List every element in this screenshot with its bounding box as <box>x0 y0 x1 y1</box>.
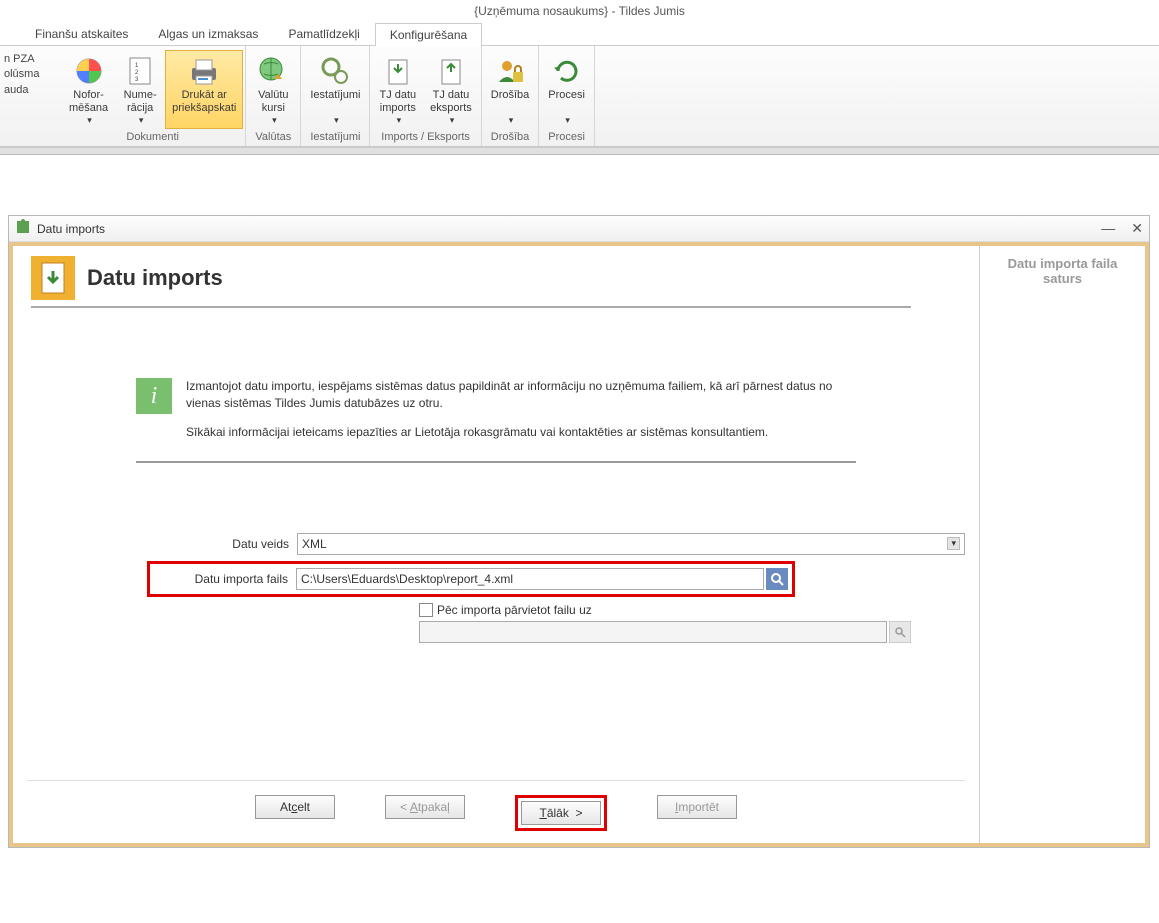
noformesana-button[interactable]: Nofor- mēšana▾ <box>62 50 115 129</box>
procesi-label: Procesi <box>548 89 585 102</box>
ribbon-left-fragment: n PZA olūsma auda <box>0 46 60 146</box>
procesi-button[interactable]: Procesi ▾ <box>541 50 592 129</box>
ribbon-tabs: Finanšu atskaites Algas un izmaksas Pama… <box>0 22 1159 46</box>
drukat-button[interactable]: Drukāt ar priekšapskati <box>165 50 243 129</box>
page-import-icon <box>31 256 75 300</box>
numeracija-button[interactable]: 123 Nume- rācija▾ <box>115 50 165 129</box>
info-paragraph-1: Izmantojot datu importu, iespējams sistē… <box>186 378 856 412</box>
move-after-import-checkbox[interactable] <box>419 603 433 617</box>
chevron-down-icon: ▾ <box>334 115 339 126</box>
tj-imports-label: TJ datu imports <box>379 89 416 115</box>
tab-konfiguresana[interactable]: Konfigurēšana <box>375 23 482 46</box>
group-label-dokumenti: Dokumenti <box>126 129 179 146</box>
iestatijumi-button[interactable]: Iestatījumi ▾ <box>303 50 367 129</box>
highlight-file-row: Datu importa fails C:\Users\Eduards\Desk… <box>147 561 795 597</box>
spacer-bar <box>0 147 1159 155</box>
printer-icon <box>188 55 220 87</box>
chevron-down-icon: ▾ <box>947 537 960 550</box>
importa-fails-input[interactable]: C:\Users\Eduards\Desktop\report_4.xml <box>296 568 764 590</box>
valutu-kursi-button[interactable]: Valūtu kursi▾ <box>248 50 298 129</box>
next-button[interactable]: Tālāk > <box>521 801 601 825</box>
puzzle-icon <box>15 219 31 238</box>
chevron-down-icon: ▾ <box>397 115 402 126</box>
color-wheel-icon <box>73 55 105 87</box>
tab-algas[interactable]: Algas un izmaksas <box>143 22 273 45</box>
chevron-down-icon: ▾ <box>87 115 92 126</box>
drosiba-button[interactable]: Drošība ▾ <box>484 50 537 129</box>
minimize-button[interactable]: — <box>1101 220 1115 237</box>
dialog-datu-imports: Datu imports — ✕ Datu imports i <box>8 215 1150 848</box>
dialog-titlebar: Datu imports — ✕ <box>9 216 1149 242</box>
left-text-1: n PZA <box>4 52 56 67</box>
tab-pamatlidzekli[interactable]: Pamatlīdzekļi <box>273 22 374 45</box>
datu-veids-value: XML <box>302 537 327 551</box>
chevron-down-icon: ▾ <box>509 115 514 126</box>
window-title: {Uzņēmuma nosaukums} - Tildes Jumis <box>0 0 1159 22</box>
group-imports-eksports: TJ datu imports▾ TJ datu eksports▾ Impor… <box>370 46 481 146</box>
valutu-label: Valūtu kursi <box>258 89 288 115</box>
refresh-icon <box>551 55 583 87</box>
export-icon <box>435 55 467 87</box>
info-paragraph-2: Sīkākai informācijai ieteicams iepazītie… <box>186 424 856 441</box>
numbered-page-icon: 123 <box>124 55 156 87</box>
chevron-down-icon: ▾ <box>450 115 455 126</box>
back-button: < Atpakaļ <box>385 795 465 819</box>
tj-eksports-button[interactable]: TJ datu eksports▾ <box>423 50 479 129</box>
group-dokumenti: Nofor- mēšana▾ 123 Nume- rācija▾ Drukāt … <box>60 46 246 146</box>
group-label-valutas: Valūtas <box>255 129 291 146</box>
label-importa-fails: Datu importa fails <box>154 572 296 586</box>
import-icon <box>382 55 414 87</box>
importa-fails-value: C:\Users\Eduards\Desktop\report_4.xml <box>301 572 513 586</box>
browse-destination-button <box>889 621 911 643</box>
globe-download-icon <box>257 55 289 87</box>
group-procesi: Procesi ▾ Procesi <box>539 46 595 146</box>
label-datu-veids: Datu veids <box>147 537 297 551</box>
ribbon: n PZA olūsma auda Nofor- mēšana▾ 123 Num… <box>0 46 1159 147</box>
button-bar: Atcelt < Atpakaļ Tālāk > Importēt <box>27 780 965 843</box>
move-destination-input <box>419 621 887 643</box>
user-lock-icon <box>494 55 526 87</box>
datu-veids-select[interactable]: XML ▾ <box>297 533 965 555</box>
page-title: Datu imports <box>87 265 223 291</box>
chevron-down-icon: ▾ <box>139 115 144 126</box>
group-drosiba: Drošība ▾ Drošība <box>482 46 540 146</box>
iestatijumi-label: Iestatījumi <box>310 89 360 102</box>
gears-icon <box>319 55 351 87</box>
right-pane-title: Datu importa faila saturs <box>988 256 1137 286</box>
left-text-2: olūsma <box>4 67 56 82</box>
chevron-down-icon: ▾ <box>565 115 570 126</box>
noformesana-label: Nofor- mēšana <box>69 89 108 115</box>
dialog-title-text: Datu imports <box>37 222 105 236</box>
tj-eksports-label: TJ datu eksports <box>430 89 472 115</box>
drukat-label: Drukāt ar priekšapskati <box>172 89 236 115</box>
close-button[interactable]: ✕ <box>1131 220 1143 237</box>
highlight-next-button: Tālāk > <box>515 795 607 831</box>
drosiba-label: Drošība <box>491 89 530 102</box>
chevron-down-icon: ▾ <box>272 115 277 126</box>
tj-imports-button[interactable]: TJ datu imports▾ <box>372 50 423 129</box>
left-text-3: auda <box>4 83 56 98</box>
group-valutas: Valūtu kursi▾ Valūtas <box>246 46 301 146</box>
group-iestatijumi: Iestatījumi ▾ Iestatījumi <box>301 46 370 146</box>
group-label-drosiba: Drošība <box>491 129 530 146</box>
info-icon: i <box>136 378 172 414</box>
checkbox-label: Pēc importa pārvietot failu uz <box>437 603 592 617</box>
numeracija-label: Nume- rācija <box>124 89 157 115</box>
group-label-impexp: Imports / Eksports <box>381 129 470 146</box>
group-label-procesi: Procesi <box>548 129 585 146</box>
import-button: Importēt <box>657 795 737 819</box>
group-label-iestatijumi: Iestatījumi <box>310 129 360 146</box>
tab-finansu[interactable]: Finanšu atskaites <box>20 22 143 45</box>
cancel-button[interactable]: Atcelt <box>255 795 335 819</box>
info-divider <box>136 461 856 463</box>
browse-file-button[interactable] <box>766 568 788 590</box>
